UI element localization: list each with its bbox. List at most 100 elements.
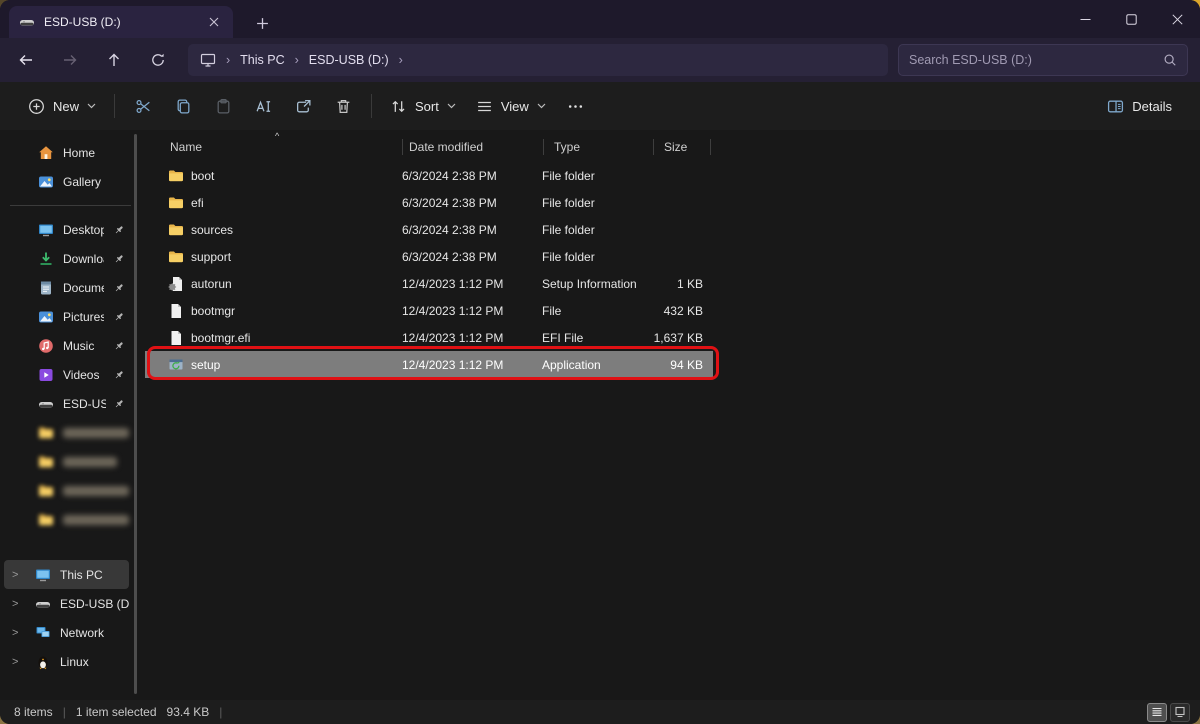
sidebar-item-esd-usb-pinned[interactable]: ESD-USB (D:)	[0, 389, 129, 418]
sidebar-item-this-pc[interactable]: > This PC	[4, 560, 129, 589]
address-bar[interactable]: › This PC › ESD-USB (D:) ›	[188, 44, 888, 76]
details-pane-button[interactable]: Details	[1097, 88, 1182, 124]
file-name: autorun	[191, 277, 232, 291]
sidebar-scrollbar[interactable]	[134, 134, 137, 694]
navigation-bar: › This PC › ESD-USB (D:) ›	[0, 38, 1200, 82]
column-header-date[interactable]: Date modified	[403, 140, 543, 154]
file-type: File folder	[542, 196, 651, 210]
share-button[interactable]	[283, 88, 323, 124]
main-area: Home Gallery Desktop Downloads Documents	[0, 130, 1200, 700]
sidebar-item-videos[interactable]: Videos	[0, 360, 129, 389]
sidebar-item-network[interactable]: > Network	[0, 618, 129, 647]
file-name: bootmgr.efi	[191, 331, 250, 345]
chevron-right-icon[interactable]: >	[12, 598, 26, 610]
file-row-bootmgr[interactable]: bootmgr 12/4/2023 1:12 PM File 432 KB	[145, 297, 713, 324]
search-icon[interactable]	[1163, 53, 1177, 67]
breadcrumb-this-pc[interactable]: This PC	[240, 53, 284, 67]
sort-button[interactable]: Sort	[380, 88, 466, 124]
folder-icon	[168, 249, 184, 265]
view-button[interactable]: View	[466, 88, 556, 124]
redacted-label	[63, 428, 129, 438]
file-explorer-window: ESD-USB (D:)	[0, 0, 1200, 724]
pin-icon	[113, 311, 125, 323]
sidebar-item-pictures[interactable]: Pictures	[0, 302, 129, 331]
cut-button[interactable]	[123, 88, 163, 124]
file-icon	[168, 303, 184, 319]
sidebar-item-desktop[interactable]: Desktop	[0, 215, 129, 244]
file-type: File	[542, 304, 651, 318]
chevron-right-icon[interactable]: >	[12, 656, 26, 668]
file-date: 12/4/2023 1:12 PM	[402, 304, 542, 318]
sidebar-item-redacted[interactable]	[0, 447, 129, 476]
forward-button[interactable]	[48, 42, 92, 78]
status-bar: 8 items | 1 item selected 93.4 KB |	[0, 700, 1200, 724]
plus-circle-icon	[28, 98, 45, 115]
selection-size: 93.4 KB	[167, 705, 210, 719]
breadcrumb-esd-usb[interactable]: ESD-USB (D:)	[309, 53, 389, 67]
more-options-icon[interactable]	[556, 88, 596, 124]
new-tab-button[interactable]	[247, 8, 277, 38]
usb-drive-icon	[38, 396, 54, 412]
folder-icon	[38, 425, 54, 441]
maximize-button[interactable]	[1108, 0, 1154, 38]
back-button[interactable]	[4, 42, 48, 78]
chevron-right-icon[interactable]: >	[12, 627, 26, 639]
sidebar-item-downloads[interactable]: Downloads	[0, 244, 129, 273]
breadcrumb-chevron-icon[interactable]: ›	[295, 53, 299, 67]
file-row-boot[interactable]: boot 6/3/2024 2:38 PM File folder	[145, 162, 713, 189]
file-row-setup-selected[interactable]: setup 12/4/2023 1:12 PM Application 94 K…	[145, 351, 713, 378]
folder-icon	[168, 195, 184, 211]
folder-icon	[168, 222, 184, 238]
tab-close-icon[interactable]	[205, 13, 223, 31]
breadcrumb-chevron-icon[interactable]: ›	[399, 53, 403, 67]
breadcrumb-chevron-icon[interactable]: ›	[226, 53, 230, 67]
large-icons-view-toggle[interactable]	[1170, 703, 1190, 722]
copy-button[interactable]	[163, 88, 203, 124]
column-header-name[interactable]: Name	[145, 140, 402, 154]
file-row-support[interactable]: support 6/3/2024 2:38 PM File folder	[145, 243, 713, 270]
sidebar-item-esd-usb-drive[interactable]: > ESD-USB (D:)	[0, 589, 129, 618]
sidebar-item-redacted[interactable]	[0, 505, 129, 534]
view-button-label: View	[501, 99, 529, 114]
file-date: 6/3/2024 2:38 PM	[402, 169, 542, 183]
file-date: 6/3/2024 2:38 PM	[402, 196, 542, 210]
sidebar-item-redacted[interactable]	[0, 418, 129, 447]
column-divider[interactable]	[710, 139, 711, 155]
search-box[interactable]	[898, 44, 1188, 76]
sidebar-item-music[interactable]: Music	[0, 331, 129, 360]
redacted-label	[63, 486, 129, 496]
search-input[interactable]	[909, 53, 1163, 67]
sidebar-item-gallery[interactable]: Gallery	[0, 167, 129, 196]
rename-button[interactable]	[243, 88, 283, 124]
file-type: Setup Information	[542, 277, 651, 291]
file-name: boot	[191, 169, 214, 183]
file-row-efi[interactable]: efi 6/3/2024 2:38 PM File folder	[145, 189, 713, 216]
close-button[interactable]	[1154, 0, 1200, 38]
column-header-size[interactable]: Size	[654, 140, 710, 154]
file-type: EFI File	[542, 331, 651, 345]
redacted-label	[63, 515, 129, 525]
sidebar-item-redacted[interactable]	[0, 476, 129, 505]
videos-icon	[38, 367, 54, 383]
file-row-bootmgr-efi[interactable]: bootmgr.efi 12/4/2023 1:12 PM EFI File 1…	[145, 324, 713, 351]
sidebar-item-linux[interactable]: > Linux	[0, 647, 129, 676]
refresh-button[interactable]	[136, 42, 180, 78]
gallery-icon	[38, 174, 54, 190]
minimize-button[interactable]	[1062, 0, 1108, 38]
tab-esd-usb[interactable]: ESD-USB (D:)	[9, 6, 233, 38]
column-header-type[interactable]: Type	[544, 140, 653, 154]
chevron-right-icon[interactable]: >	[12, 569, 26, 581]
file-size: 1 KB	[651, 277, 707, 291]
file-type: File folder	[542, 223, 651, 237]
file-row-sources[interactable]: sources 6/3/2024 2:38 PM File folder	[145, 216, 713, 243]
file-row-autorun[interactable]: autorun 12/4/2023 1:12 PM Setup Informat…	[145, 270, 713, 297]
new-button[interactable]: New	[18, 88, 106, 124]
pin-icon	[113, 282, 125, 294]
sidebar-item-documents[interactable]: Documents	[0, 273, 129, 302]
up-button[interactable]	[92, 42, 136, 78]
delete-button[interactable]	[323, 88, 363, 124]
chevron-down-icon	[537, 103, 546, 109]
paste-button[interactable]	[203, 88, 243, 124]
sidebar-item-home[interactable]: Home	[0, 138, 129, 167]
details-view-toggle[interactable]	[1147, 703, 1167, 722]
